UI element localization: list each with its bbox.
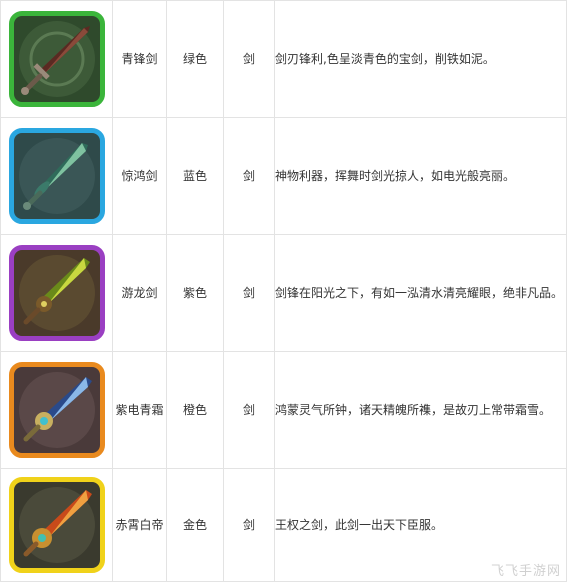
weapon-type: 剑	[223, 468, 275, 582]
weapon-name: 赤霄白帝	[112, 468, 167, 582]
table-row: 惊鸿剑 蓝色 剑 神物利器，挥舞时剑光掠人，如电光般亮丽。	[0, 117, 567, 235]
weapon-type: 剑	[223, 0, 275, 118]
weapon-description: 剑锋在阳光之下，有如一泓清水清亮耀眼，绝非凡品。	[274, 234, 567, 352]
weapon-quality: 蓝色	[166, 117, 224, 235]
weapon-image-cell	[0, 234, 113, 352]
weapon-image-cell	[0, 351, 113, 469]
weapon-quality: 紫色	[166, 234, 224, 352]
weapon-quality: 绿色	[166, 0, 224, 118]
weapon-description: 鸿蒙灵气所钟，诸天精魄所襍，是故刃上常带霜雪。	[274, 351, 567, 469]
weapon-name: 紫电青霜	[112, 351, 167, 469]
table-row: 青锋剑 绿色 剑 剑刃锋利,色呈淡青色的宝剑，削铁如泥。	[0, 0, 567, 118]
weapon-description: 剑刃锋利,色呈淡青色的宝剑，削铁如泥。	[274, 0, 567, 118]
table-row: 紫电青霜 橙色 剑 鸿蒙灵气所钟，诸天精魄所襍，是故刃上常带霜雪。	[0, 351, 567, 469]
purple-sword-icon	[8, 245, 105, 341]
weapon-quality: 金色	[166, 468, 224, 582]
gold-sword-icon	[8, 477, 105, 573]
weapon-image-cell	[0, 0, 113, 118]
table-row: 游龙剑 紫色 剑 剑锋在阳光之下，有如一泓清水清亮耀眼，绝非凡品。	[0, 234, 567, 352]
weapon-image-cell	[0, 468, 113, 582]
weapon-type: 剑	[223, 234, 275, 352]
weapon-image-cell	[0, 117, 113, 235]
weapon-name: 青锋剑	[112, 0, 167, 118]
weapon-name: 惊鸿剑	[112, 117, 167, 235]
green-sword-icon	[8, 11, 105, 107]
table-row: 赤霄白帝 金色 剑 王权之剑，此剑一出天下臣服。	[0, 468, 567, 582]
weapon-name: 游龙剑	[112, 234, 167, 352]
weapon-table: 青锋剑 绿色 剑 剑刃锋利,色呈淡青色的宝剑，削铁如泥。 惊鸿剑 蓝色 剑 神物…	[0, 0, 567, 582]
site-watermark: 飞飞手游网	[490, 564, 561, 579]
weapon-type: 剑	[223, 117, 275, 235]
weapon-type: 剑	[223, 351, 275, 469]
blue-sword-icon	[8, 128, 105, 224]
orange-sword-icon	[8, 362, 105, 458]
weapon-description: 神物利器，挥舞时剑光掠人，如电光般亮丽。	[274, 117, 567, 235]
weapon-quality: 橙色	[166, 351, 224, 469]
